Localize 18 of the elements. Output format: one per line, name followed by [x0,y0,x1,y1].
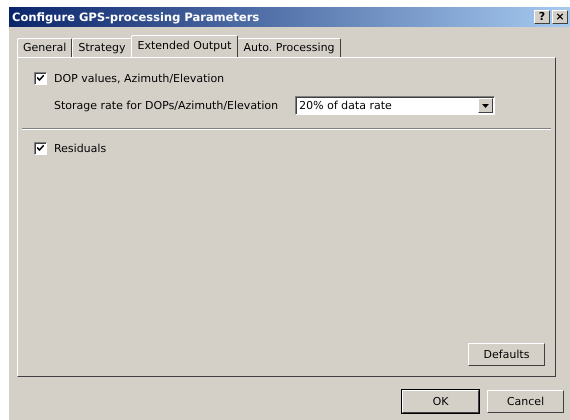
check-icon [37,75,44,82]
checkbox-label: Residuals [54,142,106,155]
checkbox[interactable] [34,72,47,85]
close-button[interactable]: × [552,10,568,24]
tab[interactable]: Auto. Processing [237,38,341,57]
tab[interactable]: General [17,38,72,57]
ok-button[interactable]: OK [402,390,479,413]
storage-rate-label: Storage rate for DOPs/Azimuth/Elevation [54,99,278,112]
help-button[interactable]: ? [534,10,550,24]
storage-rate-dropdown[interactable]: 20% of data rate [295,96,496,115]
cancel-button[interactable]: Cancel [487,390,564,413]
window-title: Configure GPS-processing Parameters [12,10,260,24]
checkbox-label: DOP values, Azimuth/Elevation [54,72,224,85]
checkbox[interactable] [34,142,47,155]
check-icon [37,145,44,152]
tab[interactable]: Extended Output [130,35,238,57]
defaults-button[interactable]: Defaults [468,343,545,366]
tab[interactable]: Strategy [72,38,132,57]
